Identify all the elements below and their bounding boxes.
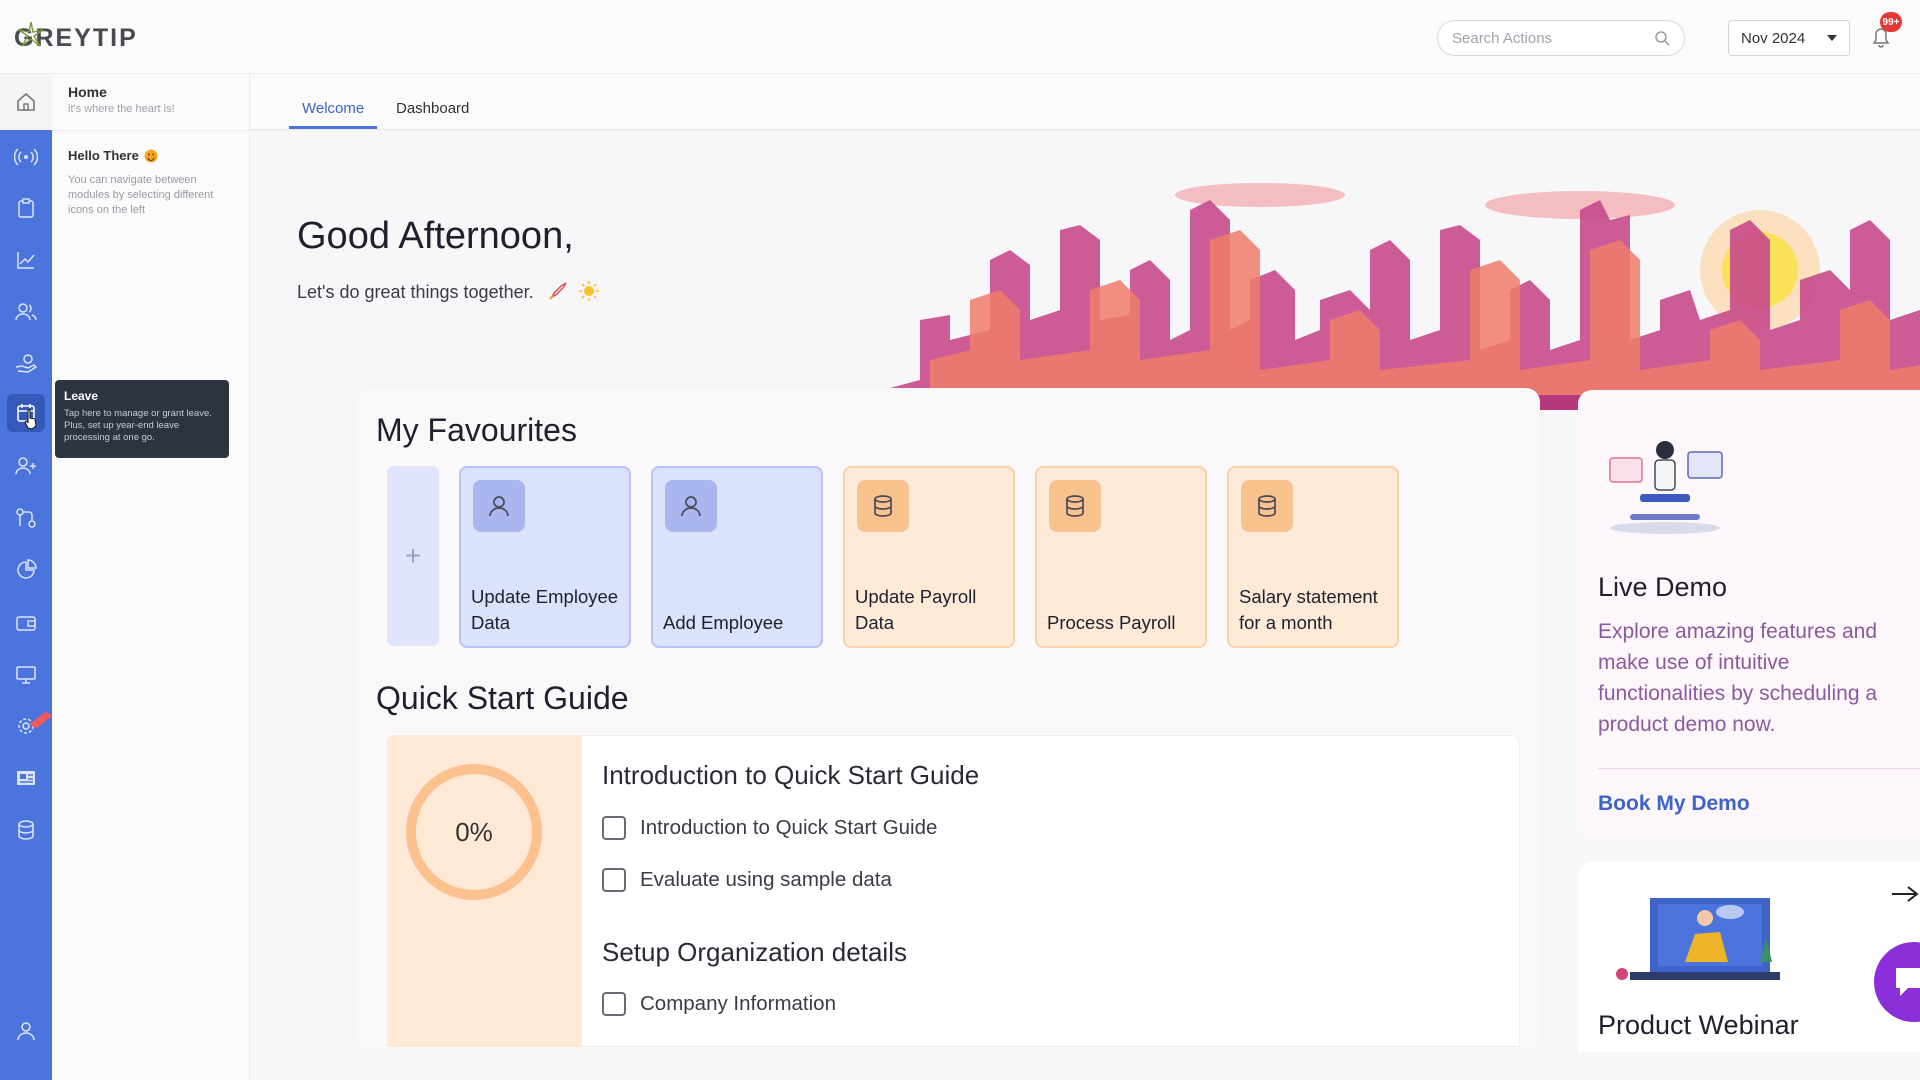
side-home-header[interactable]: Home it's where the heart is! [68, 84, 175, 115]
month-selector-value: Nov 2024 [1741, 29, 1806, 47]
live-demo-divider [1598, 768, 1920, 769]
quick-start-title: Quick Start Guide [376, 680, 629, 716]
clipboard-icon[interactable] [13, 195, 39, 221]
smile-emoji-icon [144, 149, 158, 162]
favourites-title: My Favourites [376, 412, 577, 448]
user-plus-icon[interactable] [13, 453, 39, 479]
quick-start-item[interactable]: Company Information [602, 992, 836, 1016]
greeting-subtitle: Let's do great things together. [297, 280, 600, 303]
webinar-title: Product Webinar [1598, 1010, 1799, 1040]
settings-gear-icon[interactable] [13, 712, 53, 739]
news-icon[interactable] [13, 765, 39, 791]
cursor-hand-icon [24, 409, 37, 430]
monitor-icon[interactable] [13, 662, 39, 688]
tab-dashboard[interactable]: Dashboard [396, 100, 469, 117]
city-skyline-illustration [890, 183, 1920, 410]
broadcast-icon[interactable] [13, 144, 39, 170]
quick-start-item-label: Introduction to Quick Start Guide [640, 816, 938, 839]
favourite-update-payroll-data[interactable]: Update Payroll Data [843, 466, 1015, 648]
greeting-subtitle-text: Let's do great things together. [297, 282, 534, 302]
pie-chart-icon[interactable] [13, 557, 39, 583]
checkbox[interactable] [602, 868, 626, 892]
quick-start-section-heading: Introduction to Quick Start Guide [602, 760, 980, 790]
users-icon[interactable] [13, 299, 39, 325]
quick-start-progress-ring: 0% [406, 764, 542, 900]
caret-down-icon [1827, 35, 1837, 41]
favourite-salary-statement[interactable]: Salary statement for a month [1227, 466, 1399, 648]
tab-active-underline [289, 126, 377, 129]
user-icon [665, 480, 717, 532]
favourite-update-employee-data[interactable]: Update Employee Data [459, 466, 631, 648]
hello-text: You can navigate between modules by sele… [68, 174, 214, 216]
quick-start-item[interactable]: Evaluate using sample data [602, 868, 892, 892]
database-icon [1241, 480, 1293, 532]
hand-coin-icon[interactable] [13, 351, 39, 377]
tab-welcome[interactable]: Welcome [302, 100, 364, 117]
database-icon [1049, 480, 1101, 532]
favourite-process-payroll[interactable]: Process Payroll [1035, 466, 1207, 648]
home-icon [17, 92, 35, 111]
leave-tooltip: Leave Tap here to manage or grant leave.… [55, 380, 229, 458]
rail-home[interactable] [0, 74, 52, 130]
search-input[interactable] [1452, 29, 1654, 47]
checkbox[interactable] [602, 816, 626, 840]
favourite-label: Update Employee Data [471, 586, 619, 633]
wallet-icon[interactable] [13, 610, 39, 636]
tooltip-title: Leave [64, 389, 99, 403]
greytip-logo[interactable]: GREYTIP [14, 14, 154, 62]
sun-emoji-icon [578, 281, 599, 301]
favourite-label: Add Employee [663, 612, 784, 633]
workflow-icon[interactable] [13, 505, 39, 531]
live-demo-description: Explore amazing features and make use of… [1598, 620, 1878, 736]
webinar-illustration [1616, 898, 1780, 980]
favourite-label: Salary statement for a month [1239, 586, 1378, 633]
checkbox[interactable] [602, 992, 626, 1016]
quick-start-item-label: Company Information [640, 992, 836, 1015]
chat-bubble-icon [1896, 968, 1920, 996]
book-demo-link[interactable]: Book My Demo [1598, 792, 1750, 816]
database-icon[interactable] [13, 817, 39, 843]
add-favourite-button[interactable]: + [387, 466, 439, 646]
quick-start-item[interactable]: Introduction to Quick Start Guide [602, 816, 937, 840]
quick-start-item-label: Evaluate using sample data [640, 868, 892, 891]
quick-start-section-heading: Setup Organization details [602, 937, 907, 967]
side-home-subtitle: it's where the heart is! [68, 103, 175, 115]
profile-icon[interactable] [13, 1018, 39, 1044]
user-icon [473, 480, 525, 532]
favourite-label: Update Payroll Data [855, 586, 977, 633]
favourite-label: Process Payroll [1047, 612, 1176, 633]
month-selector[interactable]: Nov 2024 [1728, 20, 1850, 56]
chart-line-icon[interactable] [13, 247, 39, 273]
search-icon[interactable] [1654, 30, 1670, 46]
database-icon [857, 480, 909, 532]
hello-title: Hello There [68, 148, 139, 163]
tooltip-text: Tap here to manage or grant leave. Plus,… [64, 408, 212, 443]
chat-button[interactable] [1874, 942, 1920, 1022]
live-demo-illustration [1609, 441, 1723, 534]
notification-badge: 99+ [1880, 12, 1902, 32]
side-divider [52, 130, 250, 131]
calendar-leave-icon[interactable] [7, 394, 45, 432]
favourite-add-employee[interactable]: Add Employee [651, 466, 823, 648]
top-bar: GREYTIP Nov 2024 99+ [0, 0, 1920, 74]
hello-note: Hello There You can navigate between mod… [68, 148, 238, 218]
rocket-emoji-icon [548, 282, 567, 300]
logo-mark-icon [18, 21, 44, 47]
module-rail [0, 74, 53, 1080]
arrow-right-icon[interactable] [1890, 884, 1920, 904]
side-panel: Home it's where the heart is! Hello Ther… [52, 74, 250, 1080]
page-tabs: Welcome Dashboard [251, 74, 1920, 130]
search-box[interactable] [1437, 20, 1685, 56]
highlight-marker-icon [29, 712, 53, 728]
live-demo-title: Live Demo [1598, 572, 1728, 602]
side-home-title: Home [68, 84, 107, 100]
greeting-title: Good Afternoon, [297, 215, 574, 257]
